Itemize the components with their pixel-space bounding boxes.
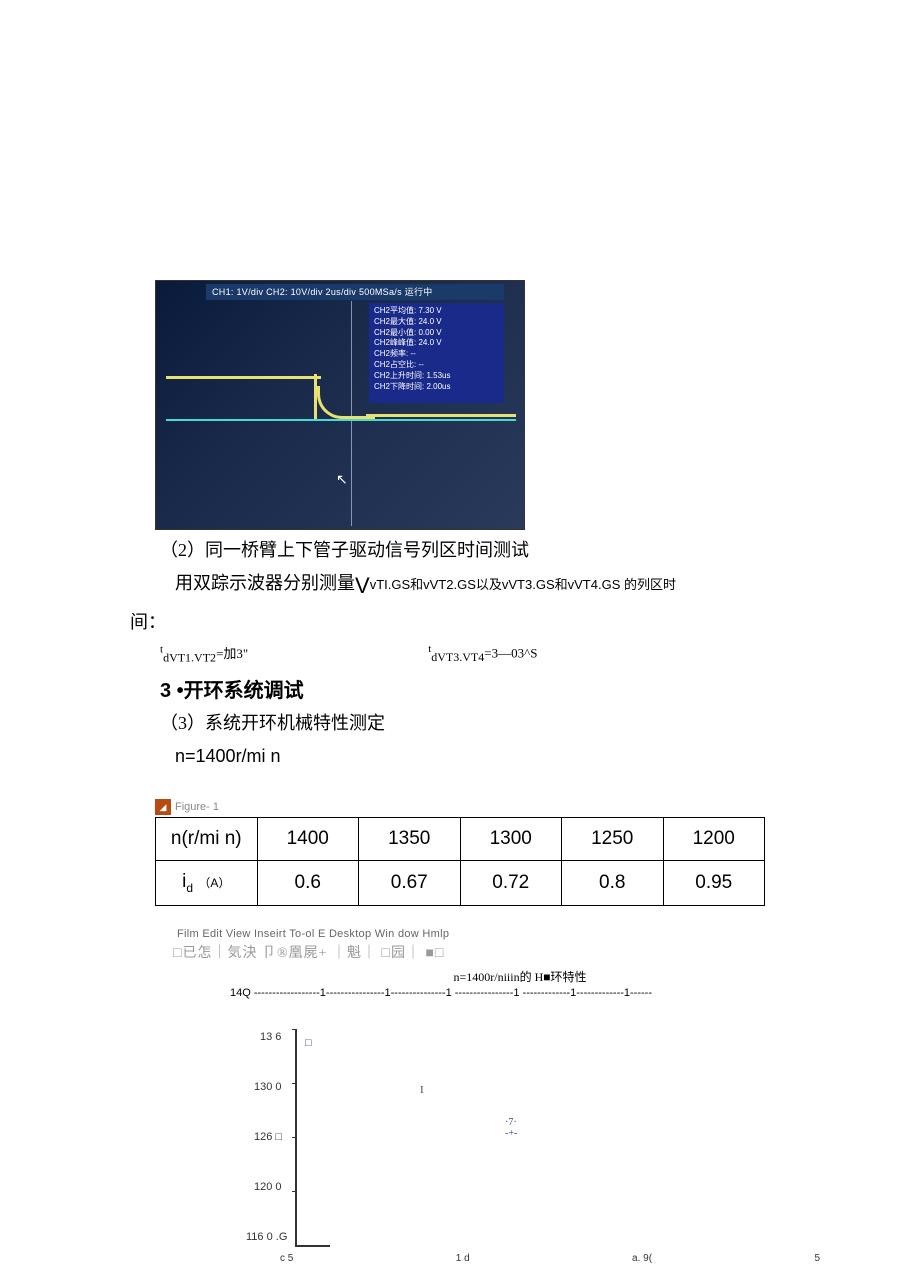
- formula-sub: dVT1.VT2: [163, 651, 216, 665]
- data-point-marker: I: [420, 1084, 424, 1096]
- text-fragment: vTI.GS和: [370, 577, 423, 592]
- chart-top-tick: 14Q ------------------1----------------1…: [230, 987, 820, 999]
- text-fragment: 用双踪示波器分别测量: [175, 573, 355, 593]
- y-axis-label: 13 6: [260, 1031, 281, 1043]
- scope-info-panel: CH2平均值: 7.30 V CH2最大值: 24.0 V CH2最小值: 0.…: [369, 303, 504, 403]
- scope-info-line: CH2频率: --: [374, 349, 499, 360]
- table-cell: 1200: [663, 818, 765, 861]
- table-cell: 0.8: [562, 861, 664, 906]
- data-point-marker: □: [305, 1037, 312, 1049]
- table-cell: 1250: [562, 818, 664, 861]
- scope-wave-ch2: [166, 419, 516, 421]
- table-cell: 0.72: [460, 861, 562, 906]
- y-tick: [292, 1191, 297, 1192]
- y-tick: [292, 1029, 297, 1030]
- table-cell: 0.67: [359, 861, 461, 906]
- table-row: id （A） 0.6 0.67 0.72 0.8 0.95: [156, 861, 765, 906]
- formula-rest: =加3": [216, 646, 248, 661]
- scope-info-line: CH2占空比: --: [374, 360, 499, 371]
- figure-window-title: ◢ Figure- 1: [155, 799, 765, 815]
- y-axis-label: 116 0 .G: [246, 1231, 287, 1243]
- scope-wave-ch1-low: [366, 414, 516, 417]
- text-fragment: vVT2.GS以及: [423, 577, 502, 592]
- chart-title: n=1400r/niiin的 H■环特性: [220, 968, 820, 985]
- document-body: CH1: 1V/div CH2: 10V/div 2us/div 500MSa/…: [0, 0, 920, 1279]
- paragraph-tail: 间：: [130, 610, 790, 635]
- data-point-marker: ·7·-+-: [505, 1117, 517, 1139]
- section-heading-3: 3 •开环系统调试: [130, 674, 790, 703]
- text-fragment: vVT4.GS 的列区时: [568, 577, 676, 592]
- x-axis-label: a. 9(: [632, 1253, 652, 1264]
- scope-wave-ch1: [166, 376, 321, 379]
- x-axis-label: c 5: [280, 1253, 293, 1264]
- formula-row: tdVT1.VT2=加3" tdVT3.VT4=3—03^S: [130, 643, 790, 666]
- y-axis-label: 120 0: [254, 1181, 282, 1193]
- paragraph-n-value: n=1400r/mi n: [130, 744, 790, 769]
- text-fragment: vVT3.GS和: [502, 577, 568, 592]
- y-tick: [292, 1137, 297, 1138]
- scope-info-line: CH2最大值: 24.0 V: [374, 317, 499, 328]
- x-axis-label: 1 d: [456, 1253, 470, 1264]
- table-cell: 0.6: [257, 861, 359, 906]
- cursor-arrow-icon: ↖: [336, 472, 348, 489]
- formula-td12: tdVT1.VT2=加3": [160, 643, 248, 666]
- oscilloscope-screenshot: CH1: 1V/div CH2: 10V/div 2us/div 500MSa/…: [155, 280, 525, 530]
- table-cell: 1300: [460, 818, 562, 861]
- table-cell: 0.95: [663, 861, 765, 906]
- figure-menu-bar: Film Edit View Inseirt To-ol E Desktop W…: [177, 928, 765, 940]
- figure-block: ◢ Figure- 1 n(r/mi n) 1400 1350 1300 125…: [155, 799, 765, 1259]
- chart-area: n=1400r/niiin的 H■环特性 14Q ---------------…: [220, 968, 820, 1259]
- figure-title-text: Figure- 1: [175, 801, 219, 813]
- scope-info-line: CH2平均值: 7.30 V: [374, 306, 499, 317]
- x-axis-label: 5: [814, 1253, 820, 1264]
- paragraph-measurement: 用双踪示波器分别测量VvTI.GS和vVT2.GS以及vVT3.GS和vVT4.…: [130, 571, 790, 602]
- table-row-header: id （A）: [156, 861, 258, 906]
- chart-axis-frame: [295, 1029, 330, 1247]
- symbol-V: V: [355, 573, 370, 598]
- table-cell: 1400: [257, 818, 359, 861]
- scope-header: CH1: 1V/div CH2: 10V/div 2us/div 500MSa/…: [206, 284, 504, 300]
- y-tick: [292, 1083, 297, 1084]
- formula-td34: tdVT3.VT4=3—03^S: [428, 643, 537, 666]
- matlab-figure-icon: ◢: [155, 799, 171, 815]
- paragraph-step-2: （2）同一桥臂上下管子驱动信号列区时间测试: [130, 538, 790, 563]
- table-row: n(r/mi n) 1400 1350 1300 1250 1200: [156, 818, 765, 861]
- y-axis-label: 126 □: [254, 1131, 282, 1143]
- data-table: n(r/mi n) 1400 1350 1300 1250 1200 id （A…: [155, 817, 765, 906]
- scope-wave-falling-edge: [314, 374, 374, 419]
- y-axis-label: 130 0: [254, 1081, 282, 1093]
- scope-info-line: CH2上升时间: 1.53us: [374, 371, 499, 382]
- formula-rest: =3—03^S: [484, 646, 537, 661]
- table-cell: 1350: [359, 818, 461, 861]
- symbol-d-sub: d: [186, 881, 193, 895]
- chart-body: 13 6 130 0 126 □ 120 0 116 0 .G □ I ·7·-…: [220, 999, 820, 1259]
- scope-info-line: CH2下降时间: 2.00us: [374, 382, 499, 393]
- figure-toolbar: □已怎｜気決 卩®凰屍+ ｜魁｜ □园｜ ■□: [173, 942, 765, 962]
- scope-info-line: CH2峰峰值: 24.0 V: [374, 338, 499, 349]
- table-row-header: n(r/mi n): [156, 818, 258, 861]
- scope-info-line: CH2最小值: 0.00 V: [374, 328, 499, 339]
- x-axis-labels-row: c 5 1 d a. 9( 5: [280, 1253, 820, 1264]
- paragraph-step-3: （3）系统开环机械特性测定: [130, 711, 790, 736]
- formula-sub: dVT3.VT4: [431, 650, 484, 664]
- unit-A: （A）: [198, 876, 230, 890]
